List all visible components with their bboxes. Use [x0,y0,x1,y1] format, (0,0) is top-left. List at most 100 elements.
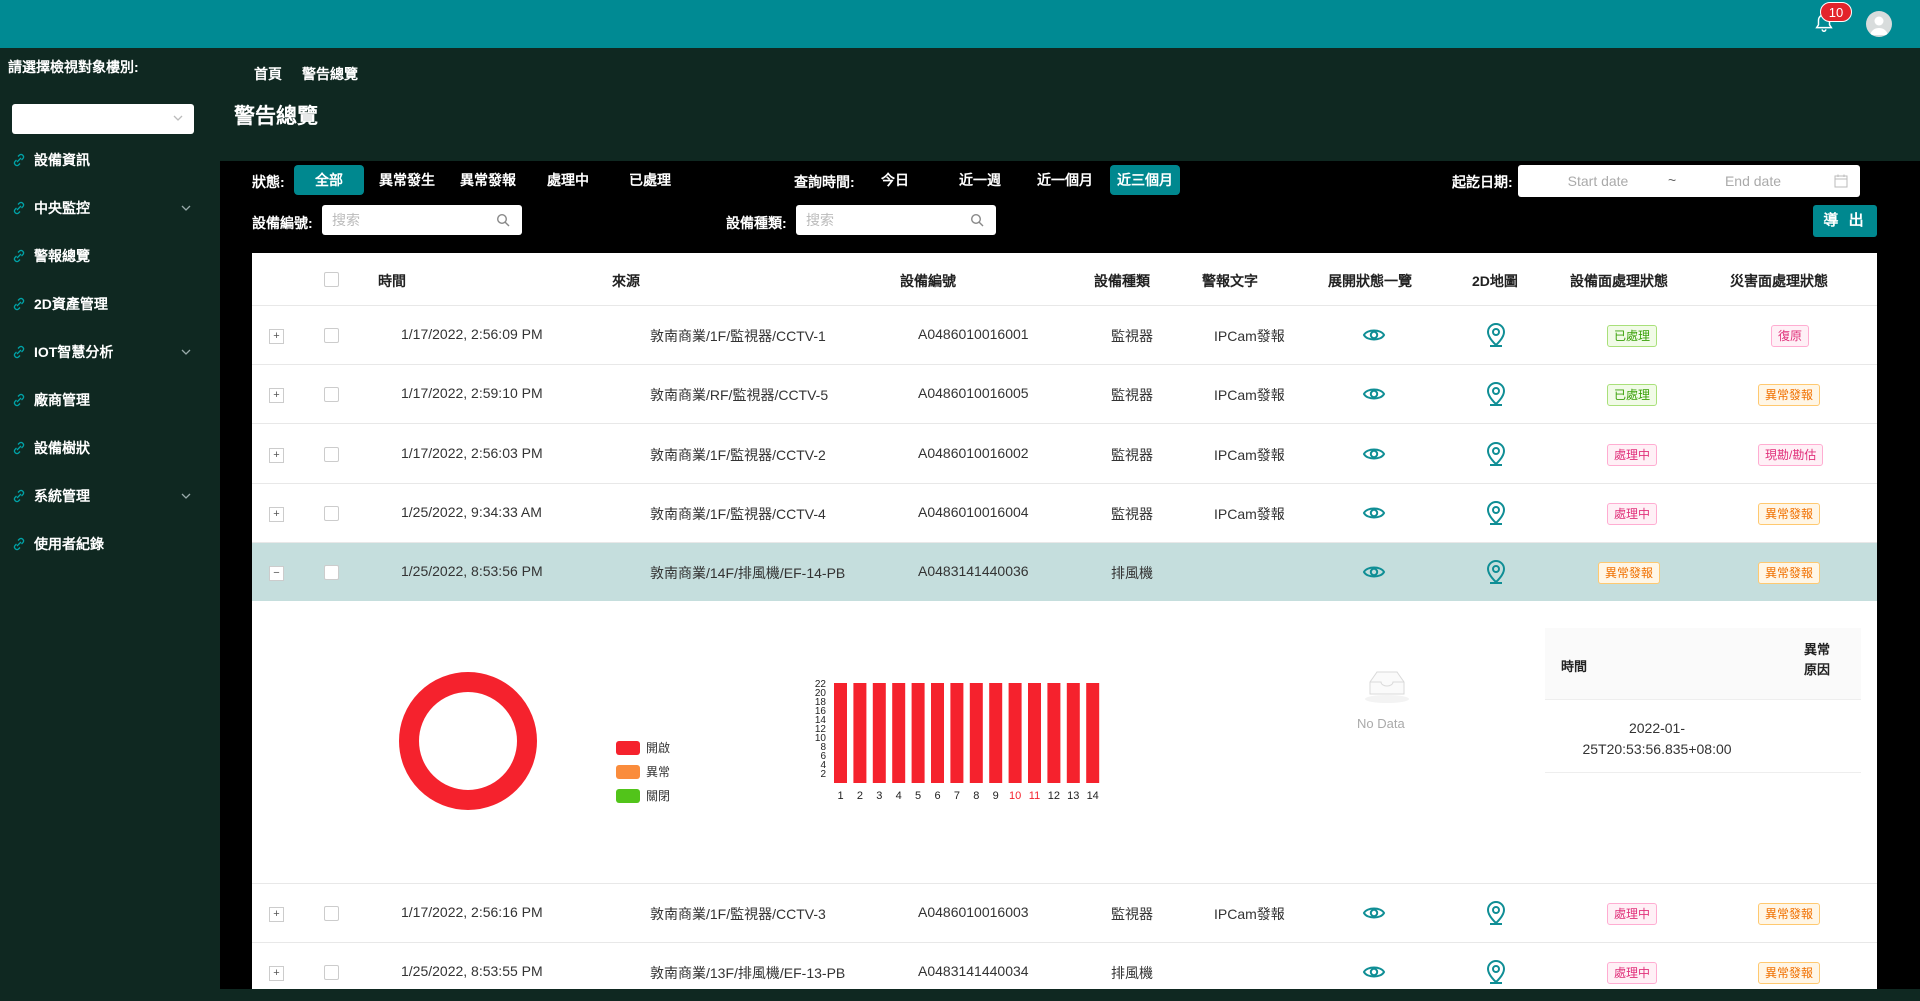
user-avatar[interactable] [1866,11,1892,37]
row-checkbox[interactable] [324,328,339,343]
table-row[interactable]: +1/17/2022, 2:56:16 PM 敦南商業/1F/監視器/CCTV-3… [252,884,1877,943]
table-row[interactable]: +1/25/2022, 8:53:55 PM 敦南商業/13F/排風機/EF-13… [252,943,1877,989]
view-eye-icon[interactable] [1362,960,1386,984]
bar [872,683,886,783]
time-filter-three-months[interactable]: 近三個月 [1110,165,1180,195]
bar [1047,683,1061,783]
expand-row-button[interactable]: + [269,966,284,981]
view-eye-icon[interactable] [1362,323,1386,347]
device-no-search[interactable] [322,205,522,235]
view-eye-icon[interactable] [1362,382,1386,406]
sidebar-item-8[interactable]: 系統管理 [0,476,216,516]
table-row[interactable]: +1/17/2022, 2:56:03 PM 敦南商業/1F/監視器/CCTV-2… [252,425,1877,484]
legend-label: 開啟 [646,741,671,755]
header-device-no: 設備編號 [900,273,956,289]
expanded-row-detail: 開啟 異常 關閉 22 20 18 16 14 12 10 8 6 4 2 1 2 3 4 5 6 7 8 9 10 11 12… [252,601,1877,884]
status-filter-processed[interactable]: 已處理 [620,165,680,195]
device-type-search[interactable] [796,205,996,235]
expand-row-button[interactable]: + [269,388,284,403]
expand-row-button[interactable]: + [269,507,284,522]
date-range-picker[interactable]: ~ [1518,165,1860,197]
time-filter-week[interactable]: 近一週 [950,165,1010,195]
sidebar-item-2[interactable]: 中央監控 [0,188,216,228]
x-tick-label: 12 [1048,790,1060,802]
sidebar-item-5[interactable]: IOT智慧分析 [0,332,216,372]
disaster-status-tag: 異常發報 [1758,903,1821,925]
sidebar-item-4[interactable]: 2D資產管理 [0,284,216,324]
view-eye-icon[interactable] [1362,901,1386,925]
table-row[interactable]: − 1/25/2022, 8:53:56 PM 敦南商業/14F/排風機/EF-14… [252,543,1877,602]
table-row[interactable]: +1/25/2022, 9:34:33 AM 敦南商業/1F/監視器/CCTV-4… [252,484,1877,543]
row-checkbox[interactable] [324,387,339,402]
link-icon [13,393,25,407]
expand-row-button[interactable]: + [269,329,284,344]
view-eye-icon[interactable] [1362,442,1386,466]
cell-time: 1/17/2022, 2:56:03 PM [401,445,543,461]
cell-time: 1/17/2022, 2:56:16 PM [401,904,543,920]
end-date-input[interactable] [1693,165,1813,197]
sidebar-item-1[interactable]: 設備資訊 [0,140,216,180]
time-filter-label: 查詢時間: [794,174,855,190]
row-checkbox[interactable] [324,565,339,580]
cell-alarm-text: IPCam發報 [1214,328,1285,344]
cell-device-no: A0486010016001 [918,326,1029,342]
map-pin-icon[interactable] [1484,959,1508,985]
alert-panel: 狀態: 全部 異常發生 異常發報 處理中 已處理 查詢時間: 今日 近一週 近一… [220,161,1920,989]
sidebar-item-3[interactable]: 警報總覽 [0,236,216,276]
time-filter-month[interactable]: 近一個月 [1030,165,1100,195]
cell-alarm-text: IPCam發報 [1214,506,1285,522]
header-source: 來源 [612,273,640,289]
select-all-checkbox[interactable] [324,272,339,287]
status-filter-all[interactable]: 全部 [294,165,364,195]
sidebar-item-label: 使用者紀錄 [34,536,104,552]
sidebar-item-7[interactable]: 設備樹狀 [0,428,216,468]
header-2d-map: 2D地圖 [1472,273,1518,289]
map-pin-icon[interactable] [1484,900,1508,926]
export-button[interactable]: 導 出 [1813,205,1877,237]
bar [989,683,1003,783]
row-checkbox[interactable] [324,506,339,521]
bar [911,683,925,783]
device-type-label: 設備種類: [726,215,787,231]
disaster-status-tag: 異常發報 [1758,562,1821,584]
link-icon [13,441,25,455]
row-checkbox[interactable] [324,906,339,921]
link-icon [13,489,25,503]
row-checkbox[interactable] [324,965,339,980]
map-pin-icon[interactable] [1484,559,1508,585]
expand-row-button[interactable]: + [269,448,284,463]
table-row[interactable]: +1/17/2022, 2:59:10 PM 敦南商業/RF/監視器/CCTV-5… [252,365,1877,424]
row-checkbox[interactable] [324,447,339,462]
link-icon [13,537,25,551]
device-no-search-input[interactable] [332,205,482,235]
sidebar-item-6[interactable]: 廠商管理 [0,380,216,420]
sidebar-item-9[interactable]: 使用者紀錄 [0,524,216,564]
map-pin-icon[interactable] [1484,322,1508,348]
time-filter-today[interactable]: 今日 [870,165,920,195]
legend-label: 異常 [646,765,671,779]
device-type-search-input[interactable] [806,205,956,235]
status-donut-chart [399,672,537,810]
map-pin-icon[interactable] [1484,381,1508,407]
header-disaster-status: 災害面處理狀態 [1730,273,1828,289]
chevron-down-icon [181,205,191,211]
map-pin-icon[interactable] [1484,441,1508,467]
status-filter-abnormal-reported[interactable]: 異常發報 [454,165,522,195]
view-eye-icon[interactable] [1362,560,1386,584]
breadcrumb-home[interactable]: 首頁 [254,64,282,84]
start-date-input[interactable] [1538,165,1658,197]
cell-device-no: A0486010016002 [918,445,1029,461]
date-range-label: 起訖日期: [1452,174,1513,190]
status-filter-abnormal-occurred[interactable]: 異常發生 [373,165,441,195]
map-pin-icon[interactable] [1484,500,1508,526]
legend-item: 關閉 [616,787,670,804]
status-filter-processing[interactable]: 處理中 [538,165,598,195]
legend-item: 開啟 [616,739,670,756]
view-eye-icon[interactable] [1362,501,1386,525]
table-row[interactable]: +1/17/2022, 2:56:09 PM 敦南商業/1F/監視器/CCTV-1… [252,306,1877,365]
abnormal-reason-table-header: 時間 異常原因 [1545,628,1861,700]
expand-row-button[interactable]: + [269,907,284,922]
building-select[interactable] [12,104,194,134]
collapse-row-button[interactable]: − [269,566,284,581]
cell-time: 1/25/2022, 8:53:56 PM [401,563,543,579]
